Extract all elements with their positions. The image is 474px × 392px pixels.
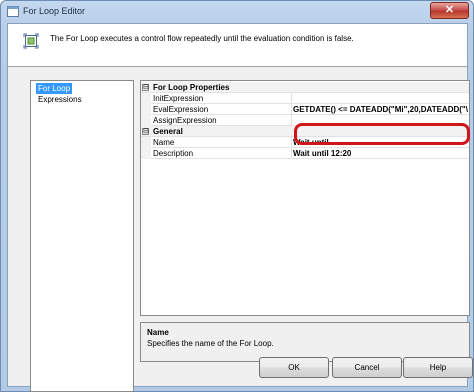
property-name: EvalExpression xyxy=(153,105,209,114)
property-name: InitExpression xyxy=(153,94,204,103)
help-description: Specifies the name of the For Loop. xyxy=(147,339,274,348)
for-loop-editor-window: For Loop Editor ✕ The For Loop executes … xyxy=(0,0,474,392)
app-icon xyxy=(7,6,19,17)
evalexpression-highlight xyxy=(294,123,470,145)
close-icon: ✕ xyxy=(444,4,455,16)
category-label: For Loop Properties xyxy=(153,83,230,92)
property-grid: ⊟ For Loop Properties InitExpression Eva… xyxy=(140,80,470,316)
help-button[interactable]: Help xyxy=(403,357,473,378)
property-name: Description xyxy=(153,149,194,158)
title-bar[interactable]: For Loop Editor ✕ xyxy=(1,1,474,23)
window-title: For Loop Editor xyxy=(23,6,86,16)
banner-description: The For Loop executes a control flow rep… xyxy=(50,34,354,43)
collapse-icon[interactable]: ⊟ xyxy=(142,84,149,91)
row-gutter xyxy=(141,137,151,148)
collapse-icon[interactable]: ⊟ xyxy=(142,128,149,135)
nav-item-expressions[interactable]: Expressions xyxy=(36,94,84,105)
category-label: General xyxy=(153,127,183,136)
property-row-initexpression[interactable]: InitExpression xyxy=(141,93,469,104)
property-help-panel: Name Specifies the name of the For Loop. xyxy=(140,322,470,362)
column-divider xyxy=(291,115,292,126)
row-gutter xyxy=(141,148,151,159)
row-gutter xyxy=(141,104,151,115)
help-title: Name xyxy=(147,328,169,337)
property-value[interactable]: Wait until 12:20 xyxy=(293,148,351,159)
property-name: Name xyxy=(153,138,175,147)
page-navigation-list[interactable]: For Loop Expressions xyxy=(30,80,134,392)
property-name: AssignExpression xyxy=(153,116,217,125)
property-row-description[interactable]: Description Wait until 12:20 xyxy=(141,148,469,159)
property-row-evalexpression[interactable]: EvalExpression GETDATE() <= DATEADD("Mi"… xyxy=(141,104,469,115)
for-loop-icon xyxy=(23,33,39,49)
row-gutter xyxy=(141,93,151,104)
column-divider xyxy=(291,148,292,159)
banner: The For Loop executes a control flow rep… xyxy=(8,24,467,67)
column-divider xyxy=(291,137,292,148)
cancel-button[interactable]: Cancel xyxy=(332,357,402,378)
dialog-client: The For Loop executes a control flow rep… xyxy=(7,23,470,392)
category-for-loop-properties[interactable]: ⊟ For Loop Properties xyxy=(141,82,469,93)
column-divider xyxy=(291,104,292,115)
column-divider xyxy=(291,93,292,104)
ok-button[interactable]: OK xyxy=(259,357,329,378)
close-button[interactable]: ✕ xyxy=(430,2,469,19)
property-value[interactable]: GETDATE() <= DATEADD("Mi",20,DATEADD("\ xyxy=(293,104,468,115)
row-gutter xyxy=(141,115,151,126)
nav-item-for-loop[interactable]: For Loop xyxy=(36,83,73,94)
